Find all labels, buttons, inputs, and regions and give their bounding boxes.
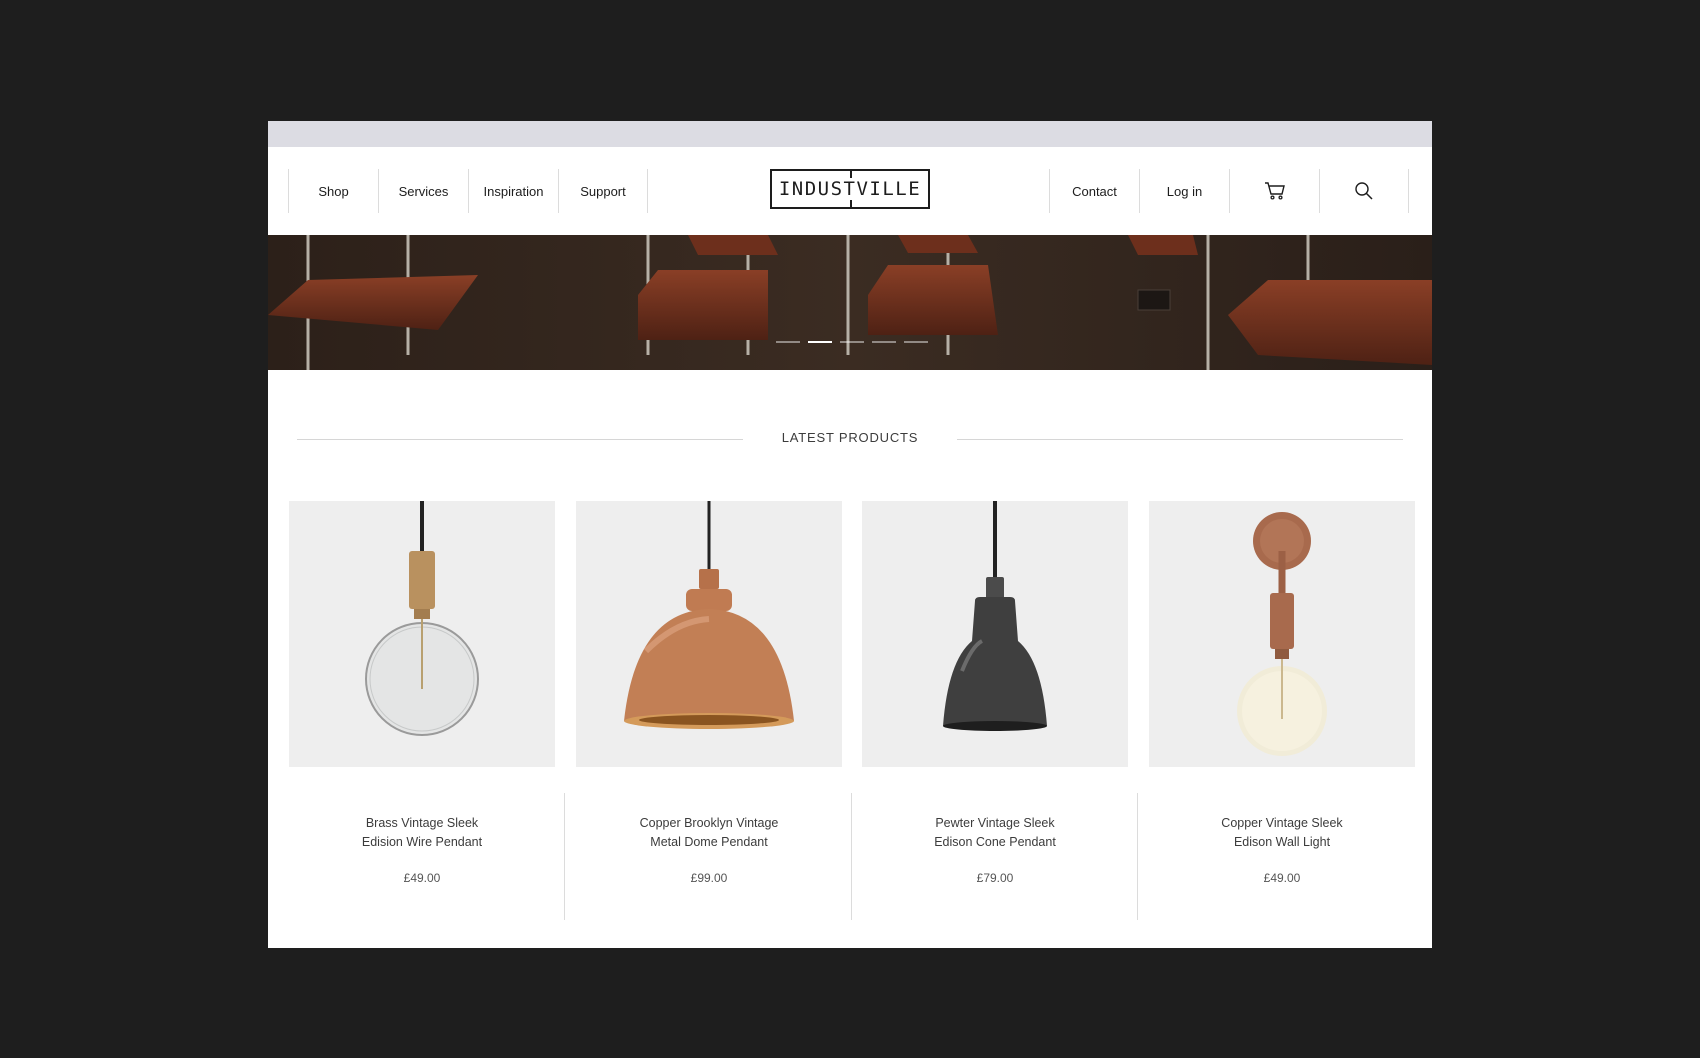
search-button[interactable] — [1319, 169, 1409, 213]
product-name-line1: Brass Vintage Sleek — [365, 816, 479, 830]
product-image[interactable] — [862, 501, 1128, 767]
cart-button[interactable] — [1229, 169, 1319, 213]
product-divider — [851, 793, 852, 920]
product-divider — [564, 793, 565, 920]
product-name-line2: Edison Cone Pendant — [934, 835, 1056, 849]
slider-dot-active[interactable] — [808, 341, 832, 343]
logo-tick-top — [850, 169, 852, 178]
product-info: Brass Vintage Sleek Edision Wire Pendant… — [289, 788, 555, 915]
product-info: Copper Brooklyn Vintage Metal Dome Penda… — [576, 788, 842, 915]
logo-text: INDUSTVILLE — [778, 178, 922, 200]
product-divider — [1137, 793, 1138, 920]
bulb-pendant-image — [365, 501, 479, 736]
product-image[interactable] — [289, 501, 555, 767]
product-info: Pewter Vintage Sleek Edison Cone Pendant… — [862, 788, 1128, 915]
nav-shop[interactable]: Shop — [288, 169, 378, 213]
product-name[interactable]: Copper Vintage Sleek Edison Wall Light — [1149, 814, 1415, 852]
section-title: LATEST PRODUCTS — [781, 430, 919, 445]
product-price: £49.00 — [1263, 871, 1301, 885]
slider-dot[interactable] — [904, 341, 928, 343]
product-name-line1: Pewter Vintage Sleek — [935, 816, 1055, 830]
slider-dot[interactable] — [840, 341, 864, 343]
cone-pendant-image — [943, 501, 1047, 731]
product-name-line2: Edision Wire Pendant — [361, 835, 483, 849]
search-icon — [1355, 182, 1373, 200]
product-price: £79.00 — [976, 871, 1014, 885]
slider-dot[interactable] — [776, 341, 800, 343]
product-name[interactable]: Brass Vintage Sleek Edision Wire Pendant — [289, 814, 555, 852]
hero-slider-dots — [776, 341, 928, 343]
nav-inspiration[interactable]: Inspiration — [468, 169, 558, 213]
product-image[interactable] — [1149, 501, 1415, 767]
product-price: £49.00 — [403, 871, 441, 885]
product-card[interactable]: Pewter Vintage Sleek Edison Cone Pendant… — [862, 501, 1128, 923]
product-name-line1: Copper Brooklyn Vintage — [639, 816, 779, 830]
product-name[interactable]: Pewter Vintage Sleek Edison Cone Pendant — [862, 814, 1128, 852]
dome-pendant-image — [624, 501, 794, 729]
product-card[interactable]: Brass Vintage Sleek Edision Wire Pendant… — [289, 501, 555, 923]
product-name[interactable]: Copper Brooklyn Vintage Metal Dome Penda… — [576, 814, 842, 852]
nav-services[interactable]: Services — [378, 169, 468, 213]
hero-banner — [268, 235, 1432, 370]
nav-support[interactable]: Support — [558, 169, 648, 213]
product-name-line1: Copper Vintage Sleek — [1221, 816, 1343, 830]
nav-login[interactable]: Log in — [1139, 169, 1229, 213]
wall-light-image — [1237, 512, 1327, 756]
product-name-line2: Metal Dome Pendant — [650, 835, 768, 849]
logo-tick-bottom — [850, 200, 852, 209]
product-card[interactable]: Copper Brooklyn Vintage Metal Dome Penda… — [576, 501, 842, 923]
slider-dot[interactable] — [872, 341, 896, 343]
product-name-line2: Edison Wall Light — [1233, 835, 1331, 849]
product-price: £99.00 — [690, 871, 728, 885]
website-frame: Shop Services Inspiration Support INDUST… — [268, 121, 1432, 948]
browser-bar — [268, 121, 1432, 147]
site-logo[interactable]: INDUSTVILLE — [770, 169, 930, 209]
section-rule-right — [957, 439, 1403, 440]
cart-icon — [1264, 182, 1285, 200]
product-image[interactable] — [576, 501, 842, 767]
hero-image-chairs — [268, 235, 1432, 370]
nav-contact[interactable]: Contact — [1049, 169, 1139, 213]
product-card[interactable]: Copper Vintage Sleek Edison Wall Light £… — [1149, 501, 1415, 923]
site-header: Shop Services Inspiration Support INDUST… — [268, 147, 1432, 235]
product-info: Copper Vintage Sleek Edison Wall Light £… — [1149, 788, 1415, 915]
